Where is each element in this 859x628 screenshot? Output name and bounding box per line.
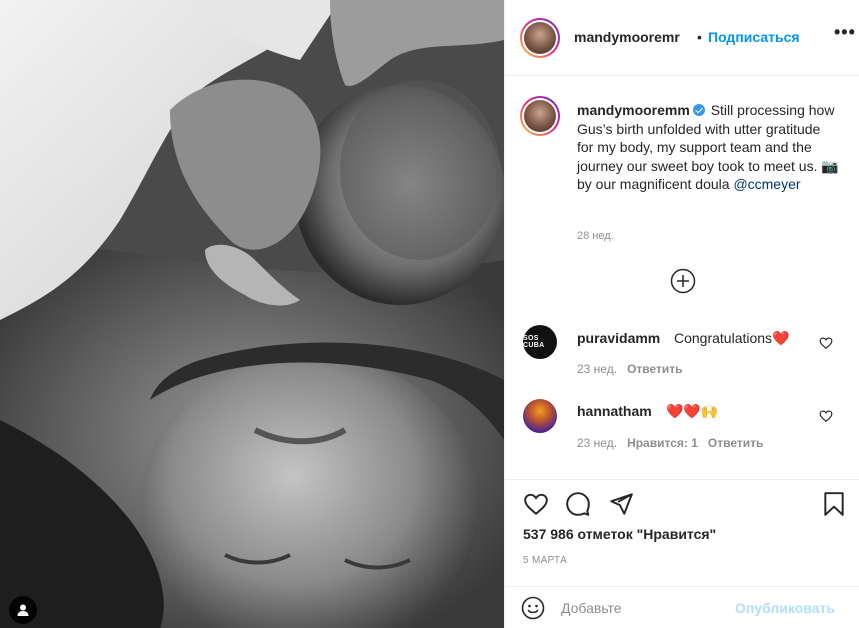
comment-emoji: ❤️❤️🙌 [666,403,719,419]
author-avatar[interactable] [520,18,560,58]
caption-timestamp[interactable]: 28 нед. [577,230,614,242]
commenter-username[interactable]: hannatham [577,403,652,419]
post-date[interactable]: 5 МАРТА [523,555,567,566]
caption-avatar[interactable] [520,96,560,136]
add-comment-bar: Опубликовать [505,586,859,628]
comment-text: Congratulations❤️ [674,330,790,346]
comment-input[interactable] [561,597,711,619]
avatar-logo-text: SOS CUBA [523,335,545,349]
separator-dot: • [697,29,702,45]
post-image [0,0,504,628]
commenter-avatar[interactable]: SOS CUBA [523,325,557,359]
more-options-icon[interactable]: ••• [834,22,856,43]
user-tag-button[interactable] [9,596,37,624]
bookmark-icon[interactable] [821,491,847,517]
comment-timestamp[interactable]: 23 нед. [577,436,617,450]
comment-likes-count[interactable]: Нравится: 1 [627,436,698,450]
user-tag-icon [17,604,29,616]
reply-button[interactable]: Ответить [708,436,763,450]
comment-timestamp[interactable]: 23 нед. [577,362,617,376]
comment-meta: 23 нед. Ответить [577,362,683,376]
comment-emoji: ❤️ [772,330,790,346]
post-header: mandymooremr • Подписаться ••• [505,0,859,76]
comment-meta: 23 нед. Нравится: 1 Ответить [577,436,763,450]
post-side-panel: mandymooremr • Подписаться ••• mandymoor… [504,0,859,628]
commenter-username[interactable]: puravidamm [577,330,660,346]
share-icon[interactable] [608,491,634,517]
caption-mention-link[interactable]: @ccmeyer [733,176,800,192]
likes-count[interactable]: 537 986 отметок "Нравится" [523,526,716,542]
post-caption: mandymooremm Still processing how Gus’s … [577,101,839,194]
commenter-avatar[interactable] [523,399,557,433]
reply-button[interactable]: Ответить [627,362,682,376]
author-username[interactable]: mandymooremr [574,29,680,45]
publish-comment-button[interactable]: Опубликовать [735,600,835,616]
comment-like-heart-icon[interactable] [819,336,833,350]
verified-badge-icon [692,104,705,116]
follow-button[interactable]: Подписаться [708,29,800,45]
emoji-icon[interactable] [521,596,545,620]
caption-username[interactable]: mandymooremm [577,102,690,118]
post-photo[interactable] [0,0,504,628]
plus-circle-icon[interactable] [670,268,696,294]
heart-icon[interactable] [523,491,549,517]
comment-like-heart-icon[interactable] [819,409,833,423]
comment-icon[interactable] [565,491,591,517]
